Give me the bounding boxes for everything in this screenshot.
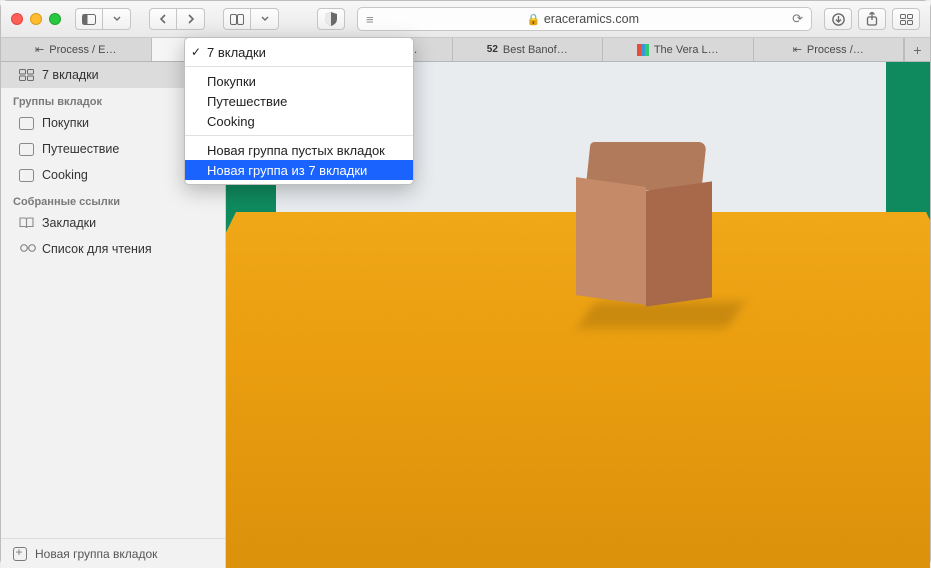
glasses-icon	[19, 243, 34, 256]
divider	[185, 66, 413, 67]
sidebar-bookmarks[interactable]: Закладки	[1, 210, 225, 236]
folder-icon	[19, 117, 34, 130]
address-bar[interactable]: ≡ 🔒 eraceramics.com ⟳	[357, 7, 812, 31]
dropdown-item-current[interactable]: 7 вкладки	[185, 42, 413, 62]
tab-label: Best Banof…	[503, 44, 568, 56]
pin-icon: ⇤	[793, 43, 802, 56]
tab-label: The Vera L…	[654, 44, 719, 56]
toolbar: ≡ 🔒 eraceramics.com ⟳	[1, 1, 930, 38]
sidebar-reading-list[interactable]: Список для чтения	[1, 236, 225, 262]
tab-label: Process /…	[807, 44, 864, 56]
dropdown-item-group-0[interactable]: Покупки	[185, 71, 413, 91]
sidebar-header-collected: Собранные ссылки	[1, 188, 225, 210]
tab-0[interactable]: ⇤ Process / E…	[1, 38, 152, 61]
dropdown-item-label: Cooking	[207, 114, 255, 129]
plus-square-icon	[13, 547, 27, 561]
new-tab-button[interactable]: +	[904, 38, 930, 61]
lock-icon: 🔒	[527, 14, 541, 26]
privacy-shield-button[interactable]	[317, 8, 345, 30]
window-controls	[11, 13, 61, 25]
grid-icon	[19, 69, 34, 82]
reader-mode-icon[interactable]: ≡	[366, 12, 374, 27]
tab-3[interactable]: 52 Best Banof…	[453, 38, 604, 61]
dropdown-item-label: Путешествие	[207, 94, 287, 109]
tab-group-picker	[223, 8, 279, 30]
sidebar-item-label: Список для чтения	[42, 242, 152, 256]
close-button[interactable]	[11, 13, 23, 25]
tab-strip: ⇤ Process / E… Grand Cen… 52 Best Banof……	[1, 38, 930, 62]
sidebar-item-label: Закладки	[42, 216, 96, 230]
sidebar-toggle-group	[75, 8, 131, 30]
url-domain: eraceramics.com	[544, 12, 639, 26]
tab-group-dropdown: 7 вкладки Покупки Путешествие Cooking Но…	[184, 37, 414, 185]
sidebar-item-label: Путешествие	[42, 142, 119, 156]
tab-5[interactable]: ⇤ Process /…	[754, 38, 905, 61]
tab-4[interactable]: The Vera L…	[603, 38, 754, 61]
decorative-clay-block	[576, 142, 716, 302]
folder-icon	[19, 143, 34, 156]
favicon-icon: 52	[487, 44, 498, 55]
sidebar-item-label: Cooking	[42, 168, 88, 182]
minimize-button[interactable]	[30, 13, 42, 25]
url-text: 🔒 eraceramics.com	[380, 12, 787, 26]
tab-overview-button[interactable]	[223, 8, 251, 30]
sidebar-item-label: 7 вкладки	[42, 68, 99, 82]
folder-icon	[19, 169, 34, 182]
dropdown-item-group-1[interactable]: Путешествие	[185, 91, 413, 111]
sidebar-footer-new-group[interactable]: Новая группа вкладок	[1, 538, 225, 568]
downloads-button[interactable]	[824, 8, 852, 30]
pin-icon: ⇤	[35, 43, 44, 56]
tab-label: Process / E…	[49, 44, 116, 56]
window-body: 7 вкладки Группы вкладок Покупки Путешес…	[1, 62, 930, 568]
forward-button[interactable]	[177, 8, 205, 30]
divider	[185, 135, 413, 136]
dropdown-item-label: Новая группа пустых вкладок	[207, 143, 385, 158]
favicon-icon	[637, 44, 649, 56]
share-button[interactable]	[858, 8, 886, 30]
dropdown-item-label: Покупки	[207, 74, 256, 89]
sidebar-item-label: Покупки	[42, 116, 89, 130]
sidebar-toggle-button[interactable]	[75, 8, 103, 30]
book-icon	[19, 217, 34, 230]
dropdown-item-group-2[interactable]: Cooking	[185, 111, 413, 131]
dropdown-item-new-empty[interactable]: Новая группа пустых вкладок	[185, 140, 413, 160]
dropdown-item-label: Новая группа из 7 вкладки	[207, 163, 367, 178]
reload-button[interactable]: ⟳	[792, 11, 803, 27]
dropdown-item-label: 7 вкладки	[207, 45, 266, 60]
back-button[interactable]	[149, 8, 177, 30]
nav-back-forward	[149, 8, 205, 30]
maximize-button[interactable]	[49, 13, 61, 25]
sidebar-menu-chevron[interactable]	[103, 8, 131, 30]
toolbar-right	[824, 8, 920, 30]
sidebar-footer-label: Новая группа вкладок	[35, 547, 157, 561]
dropdown-item-new-from-tabs[interactable]: Новая группа из 7 вкладки	[185, 160, 413, 180]
tab-overview-grid-button[interactable]	[892, 8, 920, 30]
tab-group-chevron[interactable]	[251, 8, 279, 30]
